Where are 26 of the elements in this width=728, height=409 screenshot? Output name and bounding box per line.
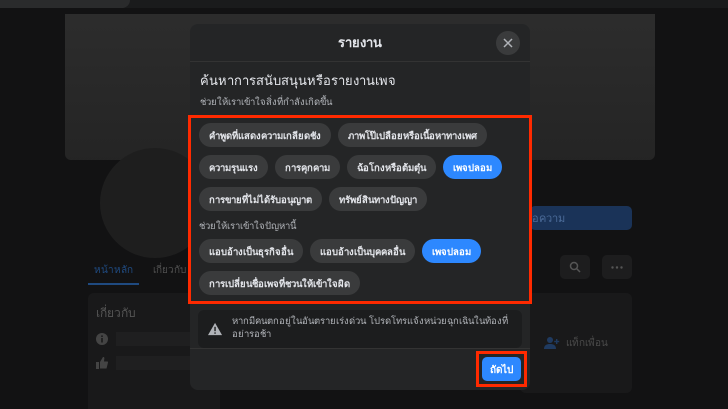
option-chip[interactable]: ความรุนแรง <box>199 155 268 180</box>
card-title: เกี่ยวกับ <box>96 304 137 322</box>
close-button[interactable] <box>496 31 520 55</box>
option-chip[interactable]: แอบอ้างเป็นบุคคลอื่น <box>310 239 415 264</box>
info-icon <box>96 333 108 345</box>
option-chip[interactable]: การเปลี่ยนชื่อเพจที่ชวนให้เข้าใจผิด <box>199 271 360 296</box>
option-chip[interactable]: ทรัพย์สินทางปัญญา <box>329 187 427 212</box>
dialog-title: รายงาน <box>338 35 382 54</box>
option-chip[interactable]: ภาพโป๊เปลือยหรือเนื้อหาทางเพศ <box>338 123 487 148</box>
more-button[interactable] <box>602 255 632 279</box>
option-chip[interactable]: ฉ้อโกงหรือต้มตุ๋น <box>347 155 436 180</box>
warning-icon <box>208 322 222 336</box>
people-icon <box>544 336 560 348</box>
option-chip[interactable]: คำพูดที่แสดงความเกลียดชัง <box>199 123 331 148</box>
warning-text: หากมีคนตกอยู่ในอันตรายเร่งด่วน โปรดโทรแจ้งหน่วยฉุกเฉินในท้องที่ อย่ารอช้า <box>232 316 510 342</box>
thumbs-up-icon <box>96 357 108 369</box>
option-chip[interactable]: แอบอ้างเป็นธุรกิจอื่น <box>199 239 303 264</box>
section-label: ช่วยให้เราเข้าใจปัญหานี้ <box>199 218 298 234</box>
option-chip[interactable]: การขายที่ไม่ได้รับอนุญาต <box>199 187 322 212</box>
close-icon <box>503 38 513 48</box>
dialog-subheading: ช่วยให้เราเข้าใจสิ่งที่กำลังเกิดขึ้น <box>200 94 334 110</box>
dialog-heading: ค้นหาการสนับสนุนหรือรายงานเพจ <box>200 73 397 92</box>
search-icon <box>569 261 581 273</box>
more-icon <box>611 266 623 268</box>
search-button[interactable] <box>560 255 590 279</box>
option-chip[interactable]: การคุกคาม <box>275 155 340 180</box>
